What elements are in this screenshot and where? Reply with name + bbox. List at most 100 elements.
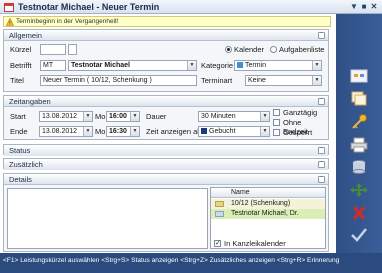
row-name: Testnotar Michael, Dr. — [231, 210, 299, 217]
radio-kalender[interactable] — [225, 46, 232, 53]
delete-icon[interactable] — [349, 205, 369, 221]
svg-text:!: ! — [9, 21, 10, 26]
row-name: 10/12 (Schenkung) — [231, 200, 291, 207]
terminart-combo[interactable]: Keine ▼ — [245, 75, 322, 86]
warning-icon: ! — [6, 18, 14, 26]
gesperrt-checkbox[interactable] — [273, 129, 280, 136]
calendar-app-icon — [4, 3, 14, 12]
dauer-label: Dauer — [146, 112, 167, 121]
allgemein-header[interactable]: Allgemein ˆ — [4, 30, 328, 41]
title-bar: Testnotar Michael - Neuer Termin ▼ ■ ✕ — [0, 0, 382, 14]
table-row[interactable]: 10/12 (Schenkung) — [211, 199, 325, 209]
ohne-endzeit-checkbox[interactable] — [273, 119, 280, 126]
kuerzel-label: Kürzel — [10, 45, 32, 54]
dropdown-arrow-icon[interactable]: ▼ — [312, 76, 321, 85]
collapse-icon[interactable]: ˆ — [318, 176, 325, 183]
zeit-anzeigen-combo[interactable]: Gebucht ▼ — [198, 126, 270, 137]
dropdown-arrow-icon[interactable]: ▼ — [312, 61, 321, 70]
start-date-picker[interactable]: 13.08.2012 ▼ — [39, 111, 93, 122]
close-icon[interactable]: ✕ — [369, 2, 379, 12]
warning-banner: ! Terminbeginn in der Vergangenheit! — [3, 16, 331, 27]
dropdown-arrow-icon[interactable]: ▼ — [83, 127, 92, 136]
participants-table: Name 10/12 (Schenkung) Testnotar Michael… — [210, 187, 326, 249]
start-day: Mo — [95, 112, 106, 121]
calendar-view-icon[interactable] — [349, 68, 369, 84]
database-icon[interactable] — [349, 159, 369, 175]
radio-aufgabenliste[interactable] — [270, 46, 277, 53]
ganztaegig-checkbox[interactable] — [273, 109, 280, 116]
dropdown-arrow-icon[interactable]: ▼ — [260, 127, 269, 136]
gesperrt-label: Gesperrt — [283, 128, 313, 137]
kategorie-value: Termin — [245, 62, 267, 69]
dropdown-arrow-icon[interactable]: ▼ — [83, 112, 92, 121]
kanzlei-label: In Kanzleikalender — [224, 239, 286, 248]
kategorie-label: Kategorie — [201, 61, 234, 70]
status-section: Status ˇ — [3, 144, 329, 156]
betrifft-name-combo[interactable]: Testnotar Michael ▼ — [68, 60, 197, 71]
move-icon[interactable] — [349, 182, 369, 198]
ende-label: Ende — [10, 127, 28, 136]
dropdown-arrow-icon[interactable]: ▼ — [187, 61, 196, 70]
key-icon[interactable] — [349, 114, 369, 130]
person-icon — [215, 211, 224, 217]
ganztaegig-label: Ganztägig — [283, 108, 318, 117]
maximize-icon[interactable]: ■ — [359, 2, 369, 12]
ende-date-picker[interactable]: 13.08.2012 ▼ — [39, 126, 93, 137]
start-date-value: 13.08.2012 — [42, 113, 78, 120]
betrifft-label: Betrifft — [10, 61, 32, 70]
busy-color-icon — [201, 128, 207, 134]
zusaetzlich-title: Zusätzlich — [9, 160, 43, 169]
kanzlei-checkbox[interactable] — [214, 239, 221, 247]
printer-icon[interactable] — [349, 137, 369, 153]
kuerzel-lookup-field[interactable] — [68, 44, 77, 55]
titel-label: Titel — [10, 76, 24, 85]
status-header[interactable]: Status ˇ — [4, 145, 328, 156]
betrifft-code-field[interactable]: MT — [40, 60, 66, 71]
zeitangaben-title: Zeitangaben — [9, 97, 51, 106]
betrifft-name-value: Testnotar Michael — [71, 62, 130, 69]
allgemein-title: Allgemein — [9, 31, 42, 40]
dauer-value: 30 Minuten — [201, 113, 236, 120]
copy-icon[interactable] — [349, 90, 369, 106]
details-title: Details — [9, 175, 32, 184]
kategorie-color-icon — [237, 62, 243, 68]
zeitangaben-header[interactable]: Zeitangaben ˆ — [4, 96, 328, 107]
expand-icon[interactable]: ˇ — [318, 161, 325, 168]
collapse-icon[interactable]: ˆ — [318, 32, 325, 39]
zusaetzlich-header[interactable]: Zusätzlich ˇ — [4, 159, 328, 170]
zusaetzlich-section: Zusätzlich ˇ — [3, 158, 329, 170]
minimize-icon[interactable]: ▼ — [349, 2, 359, 12]
ende-time-combo[interactable]: 16:30 ▼ — [106, 126, 140, 137]
kuerzel-field[interactable] — [40, 44, 66, 55]
ende-day: Mo — [95, 127, 106, 136]
confirm-check-icon[interactable] — [349, 227, 369, 243]
status-title: Status — [9, 146, 31, 155]
terminart-value: Keine — [248, 77, 266, 84]
zeit-anzeigen-value: Gebucht — [209, 128, 236, 135]
radio-kalender-label: Kalender — [234, 45, 265, 54]
titel-field[interactable]: Neuer Termin ( 10/12, Schenkung ) — [40, 75, 197, 86]
file-icon — [215, 201, 224, 207]
table-row[interactable]: Testnotar Michael, Dr. — [211, 209, 325, 219]
start-time-value: 16:00 — [109, 113, 127, 120]
dropdown-arrow-icon[interactable]: ▼ — [260, 112, 269, 121]
column-header-name[interactable]: Name — [231, 189, 250, 196]
status-bar: <F1> Leistungskürzel auswählen <Strg+S> … — [0, 253, 382, 273]
collapse-icon[interactable]: ˆ — [318, 98, 325, 105]
start-label: Start — [10, 112, 26, 121]
allgemein-section: Allgemein ˆ Kürzel Kalender Aufgabenlist… — [3, 29, 329, 92]
details-header[interactable]: Details ˆ — [4, 174, 328, 185]
ende-time-value: 16:30 — [109, 128, 127, 135]
expand-icon[interactable]: ˇ — [318, 147, 325, 154]
kategorie-combo[interactable]: Termin ▼ — [234, 60, 322, 71]
dropdown-arrow-icon[interactable]: ▼ — [130, 127, 139, 136]
action-sidebar — [336, 14, 382, 253]
terminart-label: Terminart — [201, 76, 233, 85]
details-textarea[interactable] — [7, 188, 208, 249]
table-header: Name — [211, 188, 325, 198]
dauer-combo[interactable]: 30 Minuten ▼ — [198, 111, 270, 122]
radio-aufgabenliste-label: Aufgabenliste — [279, 45, 325, 54]
zeit-anzeigen-label: Zeit anzeigen als — [146, 127, 203, 136]
start-time-combo[interactable]: 16:00 ▼ — [106, 111, 140, 122]
dropdown-arrow-icon[interactable]: ▼ — [130, 112, 139, 121]
